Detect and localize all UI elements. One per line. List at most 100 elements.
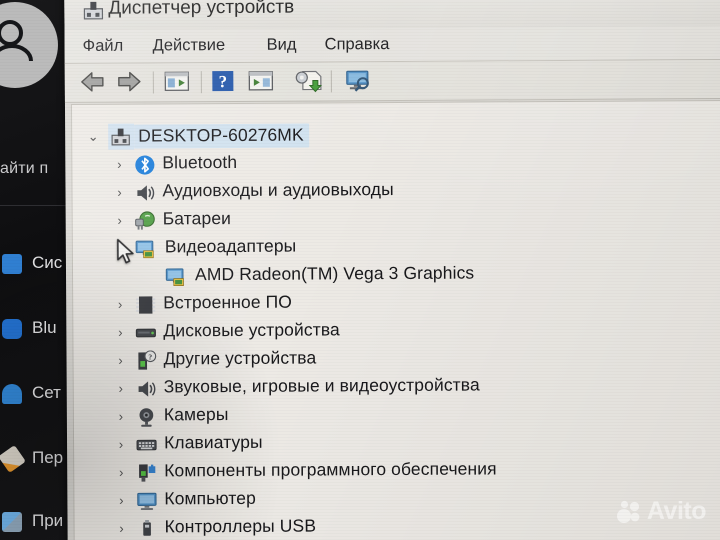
scan-hardware-icon xyxy=(346,70,369,92)
screenshot-root: айти п Сис Blu Сет Пер При Диспетчер уст… xyxy=(0,0,720,540)
hidden-devices-window-icon xyxy=(248,71,274,91)
menu-item-action[interactable]: Действие xyxy=(149,35,230,56)
menu-item-file[interactable]: Файл xyxy=(79,36,128,57)
chevron-right-icon[interactable]: › xyxy=(113,213,127,228)
window-title: Диспетчер устройств xyxy=(108,0,295,19)
keyboard-icon xyxy=(136,439,157,451)
settings-search-input[interactable]: айти п xyxy=(0,152,68,186)
tree-row-other-devices[interactable]: › ? Другие устройства xyxy=(73,343,713,375)
settings-nav-label: Blu xyxy=(32,318,57,337)
tree-row-disk-drives[interactable]: › Дисковые устройства xyxy=(73,315,713,347)
tree-row-software-components[interactable]: › Компоненты программного обеспечения xyxy=(74,455,714,487)
arrow-left-icon xyxy=(81,72,104,92)
speaker-icon xyxy=(138,381,156,397)
help-question-icon: ? xyxy=(212,70,234,92)
tree-row-label: Видеоадаптеры xyxy=(164,235,297,257)
unknown-device-icon: ? xyxy=(138,350,157,370)
toolbar: ? xyxy=(64,59,720,104)
settings-nav-item-apps[interactable]: При xyxy=(0,506,70,540)
chevron-right-icon[interactable]: › xyxy=(114,409,128,424)
avito-watermark-text: Avito xyxy=(646,497,707,525)
back-button[interactable] xyxy=(79,70,107,96)
avito-watermark: Avito xyxy=(616,497,707,526)
personalization-brush-icon xyxy=(0,445,26,473)
camera-icon xyxy=(139,408,154,427)
tree-row-label: Встроенное ПО xyxy=(163,291,293,313)
tree-row-firmware[interactable]: › Встроенное ПО xyxy=(73,287,713,319)
tree-row-amd-radeon-vega-3[interactable]: AMD Radeon(TM) Vega 3 Graphics xyxy=(73,259,713,291)
display-adapter-icon xyxy=(165,268,184,287)
tree-row-label: Камеры xyxy=(163,404,229,425)
settings-nav-item-network[interactable]: Сет xyxy=(0,378,70,412)
arrow-right-icon xyxy=(118,71,141,92)
chevron-right-icon[interactable]: › xyxy=(114,437,128,452)
forward-button[interactable] xyxy=(115,70,143,96)
settings-search-placeholder: айти п xyxy=(0,160,49,177)
chevron-right-icon[interactable]: › xyxy=(112,157,126,172)
usb-controller-icon xyxy=(143,519,151,536)
tree-row-label: Клавиатуры xyxy=(163,431,263,453)
toolbar-separator xyxy=(330,70,332,93)
tree-row-label: DESKTOP-60276MK xyxy=(134,123,309,149)
svg-text:?: ? xyxy=(219,72,228,91)
chevron-right-icon[interactable]: › xyxy=(115,521,129,536)
update-driver-icon xyxy=(295,70,323,93)
tree-row-bluetooth[interactable]: › Bluetooth xyxy=(72,147,712,179)
chevron-right-icon[interactable]: › xyxy=(114,493,128,508)
tree-row-audio-inputs-outputs[interactable]: › Аудиовходы и аудиовыходы xyxy=(72,175,712,207)
settings-nav-item-personalization[interactable]: Пер xyxy=(0,443,70,477)
apps-icon xyxy=(2,512,22,532)
chevron-right-icon[interactable]: › xyxy=(113,325,127,340)
tree-row-cameras[interactable]: › Камеры xyxy=(74,399,714,431)
menu-item-help[interactable]: Справка xyxy=(321,34,394,55)
settings-nav-item-system[interactable]: Сис xyxy=(0,248,70,282)
update-driver-button[interactable] xyxy=(293,68,323,94)
scan-hardware-changes-button[interactable] xyxy=(343,68,371,94)
bluetooth-icon xyxy=(2,319,22,339)
chevron-right-icon[interactable]: › xyxy=(114,381,128,396)
battery-plug-icon xyxy=(135,211,155,230)
properties-button[interactable] xyxy=(163,69,191,95)
chevron-right-icon[interactable]: › xyxy=(114,465,128,480)
tree-row-batteries[interactable]: › Батареи xyxy=(73,203,713,235)
tree-row-root[interactable]: ⌄ DESKTOP-60276MK xyxy=(72,119,712,151)
tree-row-label: Другие устройства xyxy=(163,347,317,369)
tree-row-sound-video-game-controllers[interactable]: › Звуковые, игровые и видеоустройства xyxy=(74,371,714,403)
disk-drive-icon xyxy=(135,328,156,338)
title-bar: Диспетчер устройств xyxy=(64,0,720,31)
chevron-right-icon[interactable]: › xyxy=(112,185,126,200)
chevron-down-icon[interactable]: ⌄ xyxy=(86,129,100,144)
user-avatar-icon xyxy=(0,20,33,62)
mouse-pointer-icon xyxy=(117,238,134,264)
speaker-icon xyxy=(137,185,155,201)
tree-row-keyboards[interactable]: › Клавиатуры xyxy=(74,427,714,459)
user-avatar[interactable] xyxy=(0,2,58,88)
tree-row-label: Контроллеры USB xyxy=(164,515,317,537)
display-adapter-icon xyxy=(135,240,154,259)
show-hidden-devices-button[interactable] xyxy=(247,69,275,95)
menu-item-view[interactable]: Вид xyxy=(263,35,301,56)
firmware-chip-icon xyxy=(136,296,156,314)
device-manager-window: Диспетчер устройств Файл Действие Вид Сп… xyxy=(64,0,720,540)
system-icon xyxy=(2,254,22,274)
properties-window-icon xyxy=(164,71,190,92)
tree-row-label: Компоненты программного обеспечения xyxy=(164,458,497,481)
chevron-right-icon[interactable]: › xyxy=(114,353,128,368)
device-tree[interactable]: ⌄ DESKTOP-60276MK › Bluetooth › Аудиовхо… xyxy=(70,100,720,540)
toolbar-separator xyxy=(200,71,202,94)
tree-row-label: AMD Radeon(TM) Vega 3 Graphics xyxy=(194,262,475,285)
settings-nav-label: При xyxy=(32,511,64,530)
help-button[interactable]: ? xyxy=(211,69,239,95)
tree-row-display-adapters[interactable]: ⌄ Видеоадаптеры xyxy=(73,231,713,263)
device-manager-icon xyxy=(83,1,104,20)
svg-text:?: ? xyxy=(148,352,152,361)
settings-nav-label: Сет xyxy=(32,383,61,402)
settings-nav-item-bluetooth[interactable]: Blu xyxy=(0,313,70,347)
tree-row-label: Звуковые, игровые и видеоустройства xyxy=(163,374,480,397)
tree-row-label: Батареи xyxy=(162,208,232,229)
menu-bar: Файл Действие Вид Справка xyxy=(64,25,720,65)
chevron-right-icon[interactable]: › xyxy=(113,297,127,312)
settings-sidebar-divider xyxy=(0,205,66,206)
tree-row-label: Дисковые устройства xyxy=(163,319,340,341)
network-icon xyxy=(2,384,22,404)
